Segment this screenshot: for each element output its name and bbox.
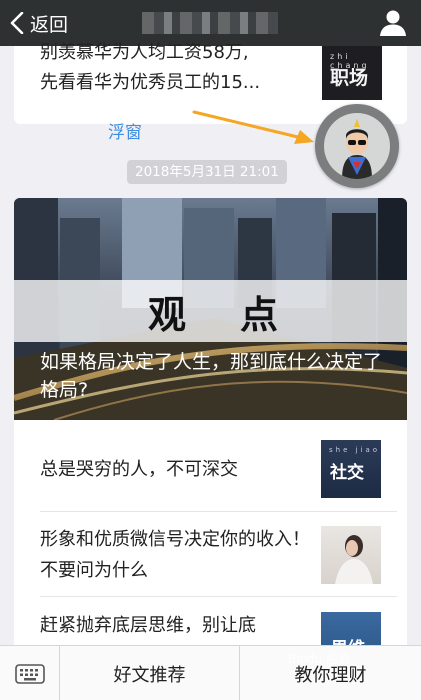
back-label: 返回 <box>30 13 69 36</box>
superhero-avatar <box>324 113 390 179</box>
keyboard-button[interactable] <box>0 646 60 700</box>
article-item-title[interactable]: 赶紧抛弃底层思维，别让底 <box>40 610 310 641</box>
article-title: 别羡慕华为人均工资58万, 先看看华为优秀员工的15... <box>40 42 320 98</box>
article-item-title[interactable]: 形象和优质微信号决定你的收入！不要问为什么 <box>40 524 310 586</box>
bottom-menu-bar: 好文推荐 教你理财 <box>0 645 421 700</box>
blurred-title <box>142 12 278 34</box>
menu-tab-recommended[interactable]: 好文推荐 <box>60 646 240 700</box>
woman-photo-icon <box>335 535 373 584</box>
back-button[interactable]: 返回 <box>10 6 68 40</box>
hero-banner-text: 观点 <box>148 292 333 337</box>
hero-article[interactable]: 观点 如果格局决定了人生，那到底什么决定了格局? <box>14 198 407 420</box>
article-title-line1: 别羡慕华为人均工资58万, <box>40 42 249 63</box>
baidu-watermark: Baidu 经验 <box>288 652 350 666</box>
keyboard-icon <box>14 663 45 684</box>
message-timestamp: 2018年5月31日 21:01 <box>127 160 287 184</box>
divider <box>40 596 397 597</box>
article-group-card: 观点 如果格局决定了人生，那到底什么决定了格局? 总是哭穷的人，不可深交 she… <box>14 198 407 668</box>
thumbnail-label: 社交 <box>330 463 364 483</box>
superhero-icon <box>342 119 372 179</box>
thumbnail-label: 职场 <box>330 67 369 89</box>
article-thumbnail-shejiao: she jiao 社交 <box>321 440 381 498</box>
thumbnail-pinyin: she jiao <box>329 446 381 454</box>
article-item-title[interactable]: 总是哭穷的人，不可深交 <box>40 454 310 485</box>
float-window-label: 浮窗 <box>108 123 142 143</box>
person-icon[interactable] <box>379 9 407 37</box>
hero-caption: 如果格局决定了人生，那到底什么决定了格局? <box>40 351 383 401</box>
chevron-left-icon <box>10 12 24 34</box>
article-thumbnail-woman <box>321 526 381 584</box>
article-thumbnail-zhichang: zhi chang 职场 <box>322 46 382 100</box>
article-title-line2: 先看看华为优秀员工的15... <box>40 72 261 93</box>
floating-window-button[interactable] <box>315 104 399 188</box>
arrow-icon <box>192 110 314 144</box>
divider <box>40 511 397 512</box>
